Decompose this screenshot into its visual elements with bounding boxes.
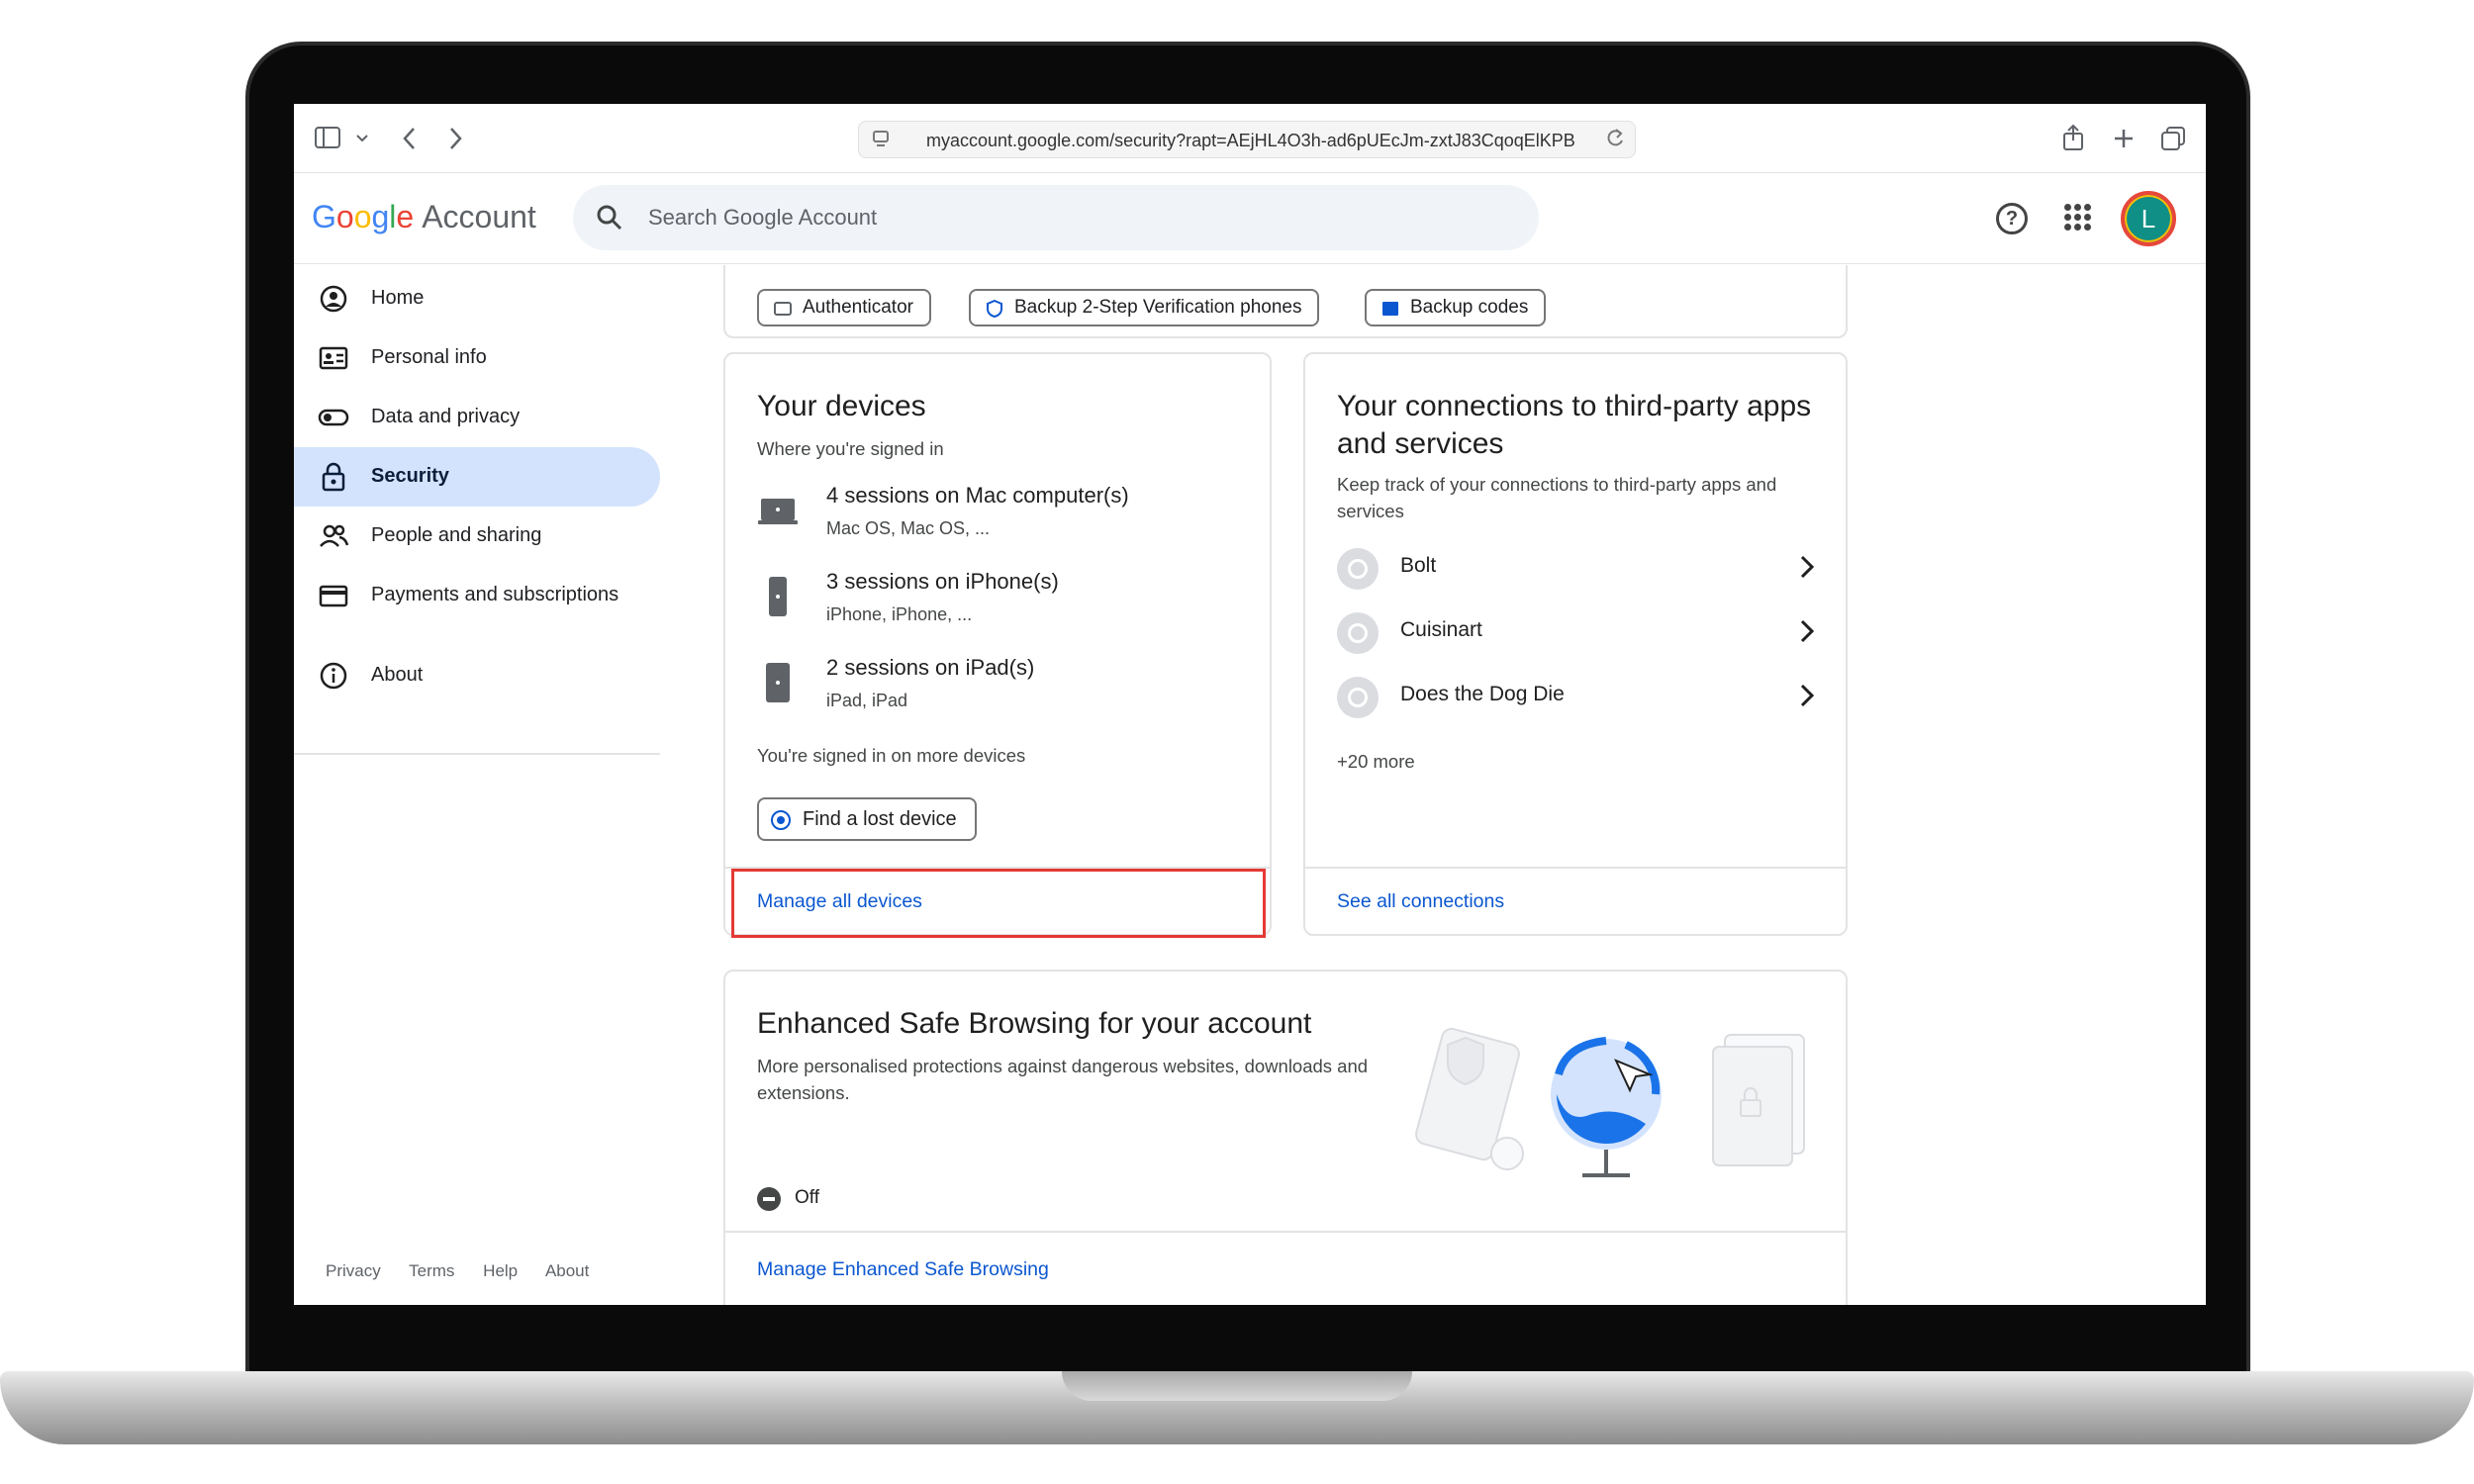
target-icon [771, 810, 791, 830]
card-divider [1305, 867, 1846, 869]
sidebar-item-home[interactable]: Home [294, 269, 660, 328]
forward-arrow-icon[interactable] [446, 126, 464, 151]
people-icon [320, 524, 349, 547]
chevron-down-icon[interactable] [355, 134, 369, 143]
sidebar-nav: Home Personal info Data and privacy Secu… [294, 265, 662, 1305]
google-account-logo[interactable]: Google Account [312, 199, 536, 235]
reload-icon[interactable] [1605, 127, 1625, 148]
sidebar-item-data-privacy[interactable]: Data and privacy [294, 388, 660, 447]
sidebar-item-label: People and sharing [371, 524, 542, 546]
url-text[interactable]: myaccount.google.com/security?rapt=AEjHL… [926, 131, 1609, 151]
sidebar-item-label: Security [371, 465, 449, 487]
see-all-connections-link[interactable]: See all connections [1337, 890, 1504, 913]
device-row-ipad[interactable]: 2 sessions on iPad(s) iPad, iPad [757, 655, 1252, 726]
safe-browsing-illustration [1415, 1027, 1805, 1177]
connection-row-bolt[interactable]: Bolt [1337, 546, 1822, 596]
browser-window: myaccount.google.com/security?rapt=AEjHL… [294, 104, 2206, 1305]
chevron-right-icon [1800, 619, 1815, 643]
sidebar-item-label: Data and privacy [371, 406, 521, 427]
more-connections-text: +20 more [1337, 751, 1415, 772]
google-wordmark: Google [312, 199, 415, 234]
sidebar-divider [294, 753, 660, 755]
authenticator-chip[interactable]: Authenticator [757, 289, 931, 326]
credit-card-icon [319, 585, 348, 607]
more-devices-text: You're signed in on more devices [757, 745, 1026, 766]
devices-title: Your devices [757, 390, 926, 422]
safe-browsing-title: Enhanced Safe Browsing for your account [757, 1007, 1312, 1040]
sidebar-item-label: Personal info [371, 346, 487, 368]
safe-browsing-subtitle: More personalised protections against da… [757, 1056, 1369, 1103]
sidebar-toggle-icon[interactable] [314, 126, 341, 149]
laptop-frame: myaccount.google.com/security?rapt=AEjHL… [0, 0, 2474, 1484]
search-bar[interactable] [573, 185, 1539, 250]
address-bar[interactable]: myaccount.google.com/security?rapt=AEjHL… [858, 121, 1636, 158]
home-icon [320, 285, 347, 313]
footer-link-terms[interactable]: Terms [409, 1261, 454, 1280]
sidebar-item-payments[interactable]: Payments and subscriptions [294, 566, 660, 625]
laptop-notch [1062, 1371, 1412, 1401]
sidebar-item-people-sharing[interactable]: People and sharing [294, 507, 660, 566]
search-input[interactable] [648, 199, 1499, 236]
back-arrow-icon[interactable] [401, 126, 419, 151]
sidebar-item-label: Payments and subscriptions [371, 584, 619, 605]
safe-browsing-card: Enhanced Safe Browsing for your account … [723, 970, 1848, 1305]
search-icon[interactable] [593, 201, 626, 234]
toggle-icon [318, 409, 349, 426]
sidebar-item-label: About [371, 664, 424, 686]
shield-icon [987, 299, 1002, 319]
app-placeholder-icon [1337, 612, 1379, 654]
safe-browsing-status: Off [757, 1187, 819, 1211]
main-content: Authenticator Backup 2-Step Verification… [662, 265, 2206, 1305]
footer-link-privacy[interactable]: Privacy [326, 1261, 381, 1280]
connections-title: Your connections to third-party apps and… [1337, 390, 1812, 460]
footer-links: Privacy Terms Help About [326, 1261, 613, 1281]
footer-link-about[interactable]: About [545, 1261, 589, 1280]
chevron-right-icon [1800, 684, 1815, 707]
site-info-icon[interactable] [871, 129, 891, 148]
find-lost-device-button[interactable]: Find a lost device [757, 797, 977, 841]
account-wordmark: Account [422, 199, 536, 234]
connection-row-does-the-dog-die[interactable]: Does the Dog Die [1337, 675, 1822, 724]
info-icon [320, 662, 347, 690]
manage-safe-browsing-link[interactable]: Manage Enhanced Safe Browsing [757, 1258, 1049, 1281]
app-placeholder-icon [1337, 548, 1379, 590]
authenticator-icon [774, 302, 792, 316]
laptop-icon [758, 499, 798, 524]
off-icon [757, 1187, 781, 1211]
account-header: GoogleAccount ? L [294, 173, 2206, 264]
app-placeholder-icon [1337, 677, 1379, 718]
connections-card: Your connections to third-party apps and… [1303, 352, 1848, 936]
avatar[interactable]: L [2121, 191, 2176, 246]
two-step-card: Authenticator Backup 2-Step Verification… [723, 265, 1848, 338]
codes-icon [1382, 302, 1398, 316]
lock-icon [322, 462, 345, 492]
connection-row-cuisinart[interactable]: Cuisinart [1337, 610, 1822, 660]
backup-phones-chip[interactable]: Backup 2-Step Verification phones [969, 289, 1320, 326]
device-row-iphone[interactable]: 3 sessions on iPhone(s) iPhone, iPhone, … [757, 569, 1252, 640]
new-tab-icon[interactable] [2113, 128, 2135, 149]
sidebar-item-personal-info[interactable]: Personal info [294, 328, 660, 388]
highlight-box [731, 869, 1266, 938]
sidebar-item-about[interactable]: About [294, 646, 660, 705]
backup-codes-chip[interactable]: Backup codes [1365, 289, 1547, 326]
devices-subtitle: Where you're signed in [757, 438, 944, 459]
apps-grid-icon[interactable] [2063, 203, 2093, 232]
device-row-mac[interactable]: 4 sessions on Mac computer(s) Mac OS, Ma… [757, 483, 1252, 554]
chevron-right-icon [1800, 555, 1815, 579]
help-icon[interactable]: ? [1996, 203, 2028, 234]
sidebar-item-security[interactable]: Security [294, 447, 660, 507]
tab-overview-icon[interactable] [2160, 126, 2186, 151]
card-divider [725, 1231, 1846, 1233]
id-card-icon [319, 346, 348, 370]
sidebar-item-label: Home [371, 287, 425, 309]
phone-icon [769, 577, 787, 616]
footer-link-help[interactable]: Help [483, 1261, 518, 1280]
devices-card: Your devices Where you're signed in 4 se… [723, 352, 1272, 938]
browser-toolbar: myaccount.google.com/security?rapt=AEjHL… [294, 104, 2206, 173]
share-icon[interactable] [2061, 124, 2085, 151]
tablet-icon [766, 663, 790, 702]
connections-subtitle: Keep track of your connections to third-… [1337, 474, 1777, 521]
